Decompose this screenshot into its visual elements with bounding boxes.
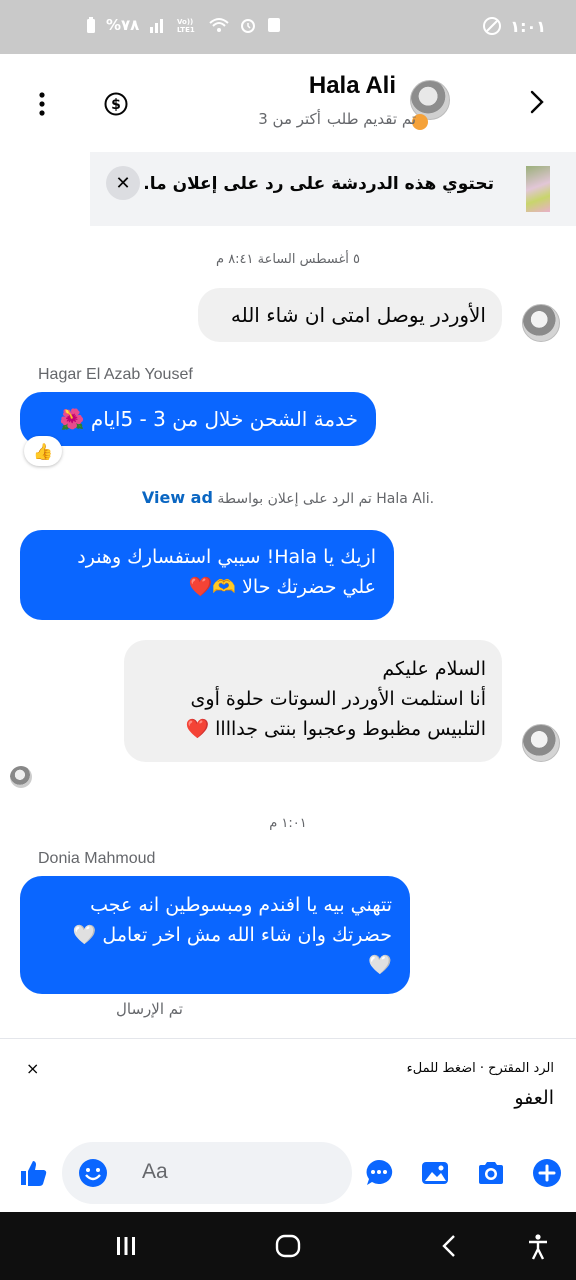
wifi-icon xyxy=(209,18,230,32)
svg-text:LTE1: LTE1 xyxy=(177,26,195,33)
home-icon[interactable] xyxy=(274,1234,302,1258)
outgoing-message[interactable]: خدمة الشحن خلال من 3 - 5ايام 🌺 xyxy=(20,392,376,446)
message-input[interactable]: Aa xyxy=(62,1142,352,1204)
battery-percent: %٧٨ xyxy=(106,16,140,34)
suggested-close-icon[interactable]: × xyxy=(26,1059,39,1078)
incoming-message[interactable]: السلام عليكم أنا استلمت الأوردر السوتات … xyxy=(124,640,502,762)
outgoing-message[interactable]: ازيك يا Hala! سيبي استفسارك وهنرد علي حض… xyxy=(20,530,394,620)
sent-status: تم الإرسال xyxy=(116,1000,183,1018)
ad-thumbnail[interactable] xyxy=(526,166,550,212)
message-line: ازيك يا Hala! سيبي استفسارك وهنرد xyxy=(77,546,376,568)
contact-name[interactable]: Hala Ali xyxy=(309,72,396,100)
thumbs-up-reaction[interactable]: 👍 xyxy=(24,436,62,466)
reaction-emoji: 👍 xyxy=(33,441,53,461)
system-nav-bar xyxy=(0,1212,576,1280)
status-left: %٧٨ Vo)) LTE1 xyxy=(86,16,281,34)
suggested-reply-title: الرد المقترح · اضغط للملء xyxy=(406,1061,554,1076)
input-placeholder: Aa xyxy=(142,1160,168,1183)
status-bar: %٧٨ Vo)) LTE1 ١:٠١ xyxy=(0,0,576,54)
seen-avatar xyxy=(10,766,32,788)
camera-icon[interactable] xyxy=(476,1158,506,1188)
status-text: تم تقديم طلب xyxy=(326,110,416,128)
add-plus-icon[interactable] xyxy=(532,1158,562,1188)
battery-icon xyxy=(87,17,95,33)
incoming-message[interactable]: الأوردر يوصل امتى ان شاء الله xyxy=(198,288,502,342)
message-line: التلبيس مظبوط وعجبوا بنتى جداااا ❤️ xyxy=(185,718,486,740)
status-right: ١:٠١ xyxy=(482,16,546,36)
payment-dollar-icon[interactable]: $ xyxy=(104,92,128,116)
banner-close-button[interactable]: ✕ xyxy=(106,166,140,200)
message-line: السلام عليكم xyxy=(382,658,486,680)
gallery-icon[interactable] xyxy=(420,1158,450,1188)
agent-name: Donia Mahmoud xyxy=(38,850,156,867)
chat-header: Hala Ali تم تقديم طلب أكتر من 3 $ xyxy=(0,54,576,150)
message-line: حضرتك وان شاء الله مش اخر تعامل 🤍 xyxy=(72,924,392,946)
timestamp: ١:٠١ م xyxy=(269,816,307,831)
clock: ١:٠١ xyxy=(510,16,546,36)
message-line: أنا استلمت الأوردر السوتات حلوة أوى xyxy=(190,688,486,710)
chat-bubble-icon[interactable] xyxy=(364,1158,394,1188)
alarm-icon xyxy=(241,19,256,33)
message-line: علي حضرتك حالا 🫶❤️ xyxy=(188,576,376,598)
view-ad-link[interactable]: View ad xyxy=(142,488,213,507)
sender-avatar xyxy=(522,304,560,342)
message-line: 🤍 xyxy=(368,954,392,976)
signal-icon xyxy=(150,19,164,33)
back-arrow-icon[interactable] xyxy=(526,88,548,116)
message-composer: Aa xyxy=(0,1142,576,1212)
more-options-icon[interactable] xyxy=(38,92,46,116)
svg-text:$: $ xyxy=(111,97,121,113)
svg-text:Vo)): Vo)) xyxy=(177,18,193,26)
ad-reply-notice: View ad تم الرد على إعلان بواسطة Hala Al… xyxy=(0,488,576,507)
banner-text: تحتوي هذه الدردشة على رد على إعلان ما. xyxy=(143,174,494,194)
close-icon: ✕ xyxy=(115,172,131,194)
sender-avatar xyxy=(522,724,560,762)
outgoing-message[interactable]: تتهني بيه يا افندم ومبسوطين انه عجب حضرت… xyxy=(20,876,410,994)
suggested-reply-panel: الرد المقترح · اضغط للملء × العفو xyxy=(0,1038,576,1142)
contact-status: تم تقديم طلب أكتر من 3 xyxy=(258,110,416,128)
emoji-icon[interactable] xyxy=(78,1158,108,1188)
recent-apps-icon[interactable] xyxy=(114,1234,138,1258)
agent-name: Hagar El Azab Yousef xyxy=(38,366,193,383)
accessibility-icon[interactable] xyxy=(526,1234,550,1260)
sim-icon xyxy=(268,18,281,32)
volte-icon: Vo))LTE1 xyxy=(177,18,195,33)
back-nav-icon[interactable] xyxy=(440,1234,460,1258)
do-not-disturb-icon xyxy=(483,17,502,35)
message-line: تتهني بيه يا افندم ومبسوطين انه عجب xyxy=(90,894,392,916)
thumbs-up-icon[interactable] xyxy=(18,1158,48,1188)
suggested-reply[interactable]: العفو xyxy=(514,1087,554,1109)
status-extra[interactable]: أكتر من 3 xyxy=(258,110,321,128)
ad-reply-text: تم الرد على إعلان بواسطة Hala Ali. xyxy=(217,491,435,507)
ad-reply-banner: تحتوي هذه الدردشة على رد على إعلان ما. ✕ xyxy=(90,152,576,226)
timestamp: ٥ أغسطس الساعة ٨:٤١ م xyxy=(216,252,360,267)
